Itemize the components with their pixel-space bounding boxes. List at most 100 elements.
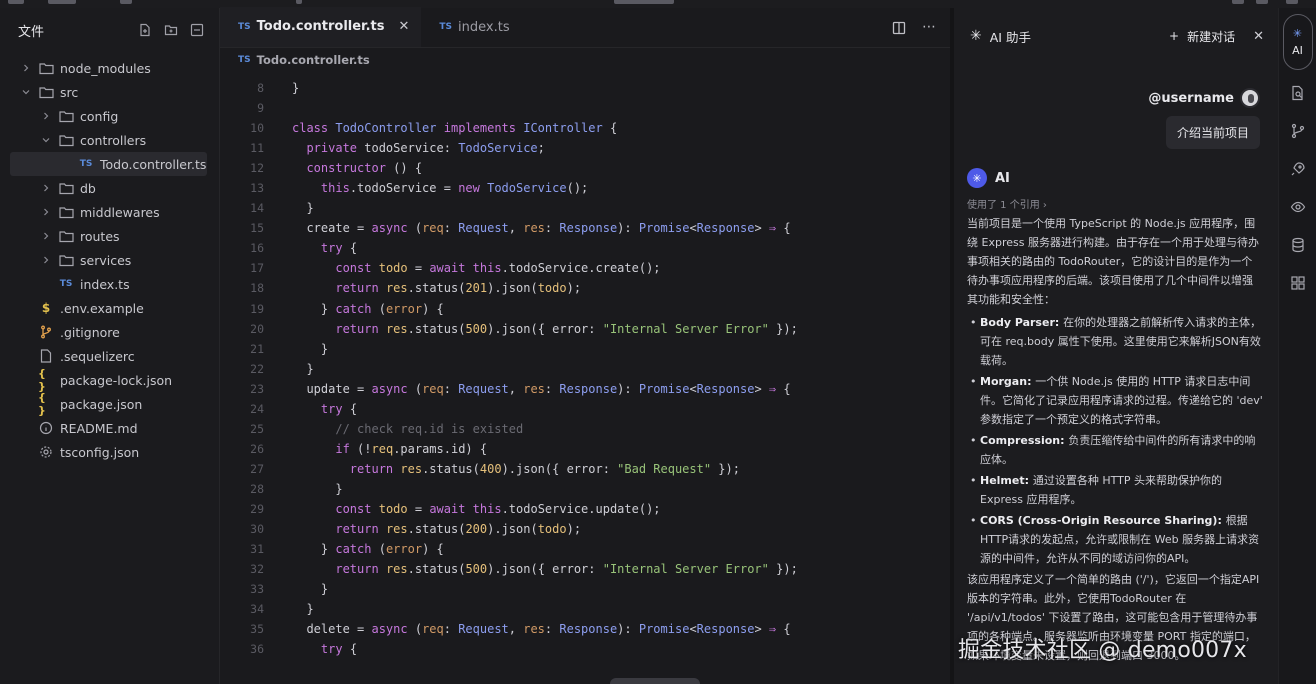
code-text: }	[292, 341, 329, 356]
code-line[interactable]: 34 }	[220, 599, 950, 619]
code-line[interactable]: 26 if (!req.params.id) {	[220, 439, 950, 459]
code-text: class TodoController implements IControl…	[292, 121, 618, 136]
tree-item[interactable]: .sequelizerc	[0, 344, 219, 368]
code-area[interactable]: 8} 9 10 class TodoController implements ICo…	[220, 78, 950, 684]
ai-assistant-toggle[interactable]: ✳ AI	[1282, 14, 1313, 70]
code-line[interactable]: 16 try {	[220, 238, 950, 258]
tree-item[interactable]: { } package.json	[0, 391, 219, 417]
tab-index[interactable]: TS index.ts	[421, 7, 521, 47]
run-button[interactable]	[614, 0, 674, 4]
code-line[interactable]: 30 return res.status(200).json(todo);	[220, 519, 950, 539]
tree-item[interactable]: TS index.ts	[0, 272, 219, 296]
chevron-right-icon[interactable]	[40, 206, 52, 218]
code-line[interactable]: 19 } catch (error) {	[220, 299, 950, 319]
code-line[interactable]: 25 // check req.id is existed	[220, 419, 950, 439]
line-number: 8	[257, 81, 264, 96]
code-line[interactable]: 18 return res.status(201).json(todo);	[220, 278, 950, 298]
chevron-right-icon[interactable]	[40, 230, 52, 242]
tree-item[interactable]: routes	[0, 224, 219, 248]
breadcrumb-file[interactable]: Todo.controller.ts	[257, 53, 370, 67]
code-line[interactable]: 14 }	[220, 198, 950, 218]
tree-item[interactable]: { } package-lock.json	[0, 367, 219, 393]
chevron-right-icon[interactable]	[20, 62, 32, 74]
code-line[interactable]: 31 } catch (error) {	[220, 539, 950, 559]
tree-item[interactable]: node_modules	[0, 56, 219, 80]
chevron-down-icon[interactable]	[40, 134, 52, 146]
tree-item[interactable]: .gitignore	[0, 320, 219, 344]
tab-todo-controller[interactable]: TS Todo.controller.ts ✕	[220, 7, 422, 47]
code-line[interactable]: 17 const todo = await this.todoService.c…	[220, 258, 950, 278]
code-line[interactable]: 29 const todo = await this.todoService.u…	[220, 499, 950, 519]
collapse-all-icon[interactable]	[189, 22, 205, 38]
code-line[interactable]: 12 constructor () {	[220, 158, 950, 178]
more-actions-icon[interactable]: ⋯	[922, 20, 936, 39]
code-line[interactable]: 9	[220, 98, 950, 118]
code-line[interactable]: 35 delete = async (req: Request, res: Re…	[220, 619, 950, 639]
tree-item[interactable]: db	[0, 176, 219, 200]
chevron-right-icon[interactable]	[40, 110, 52, 122]
line-number: 19	[250, 301, 264, 316]
tree-item[interactable]: controllers	[0, 128, 219, 152]
line-number: 15	[250, 221, 264, 236]
tree-item[interactable]: src	[0, 80, 219, 104]
code-line[interactable]: 21 }	[220, 339, 950, 359]
split-editor-icon[interactable]	[892, 20, 906, 39]
scroll-handle[interactable]	[610, 678, 700, 684]
database-icon[interactable]	[1279, 226, 1316, 264]
code-line[interactable]: 24 try {	[220, 399, 950, 419]
source-control-icon[interactable]	[1279, 112, 1316, 150]
new-folder-icon[interactable]	[163, 22, 179, 38]
search-file-icon[interactable]	[1279, 74, 1316, 112]
code-line[interactable]: 28 }	[220, 479, 950, 499]
toolbar-icon[interactable]	[296, 0, 302, 4]
new-file-icon[interactable]	[137, 22, 153, 38]
code-line[interactable]: 23 update = async (req: Request, res: Re…	[220, 379, 950, 399]
code-line[interactable]: 32 return res.status(500).json({ error: …	[220, 559, 950, 579]
code-editor: TS Todo.controller.ts ✕ TS index.ts ⋯ TS…	[220, 7, 950, 684]
account-icon[interactable]	[1286, 0, 1298, 4]
tree-item-label: db	[80, 180, 96, 196]
typescript-icon: TS	[439, 22, 453, 32]
activity-rail: ✳ AI	[1278, 8, 1316, 684]
chevron-right-icon[interactable]	[40, 182, 52, 194]
rocket-icon[interactable]	[1279, 150, 1316, 188]
line-number: 14	[250, 201, 264, 216]
tree-item[interactable]: middlewares	[0, 200, 219, 224]
close-icon[interactable]: ✕	[1253, 29, 1264, 44]
tree-item[interactable]: $ .env.example	[0, 296, 219, 320]
extensions-icon[interactable]	[1279, 264, 1316, 302]
code-line[interactable]: 15 create = async (req: Request, res: Re…	[220, 218, 950, 238]
code-line[interactable]: 13 this.todoService = new TodoService();	[220, 178, 950, 198]
user-message: 介绍当前项目	[1165, 116, 1260, 149]
code-line[interactable]: 33 }	[220, 579, 950, 599]
new-chat-button[interactable]: + 新建对话	[1169, 28, 1235, 45]
references-toggle[interactable]: 使用了 1 个引用 ›	[967, 196, 1047, 211]
help-icon[interactable]	[1232, 0, 1244, 4]
tree-item-label: tsconfig.json	[60, 444, 140, 460]
git-icon	[38, 325, 54, 339]
chevron-right-icon[interactable]	[40, 254, 52, 266]
middleware-list: Body Parser: 在你的处理器之前解析传入请求的主体，可在 req.bo…	[967, 313, 1263, 568]
code-line[interactable]: 22 }	[220, 359, 950, 379]
settings-icon[interactable]	[1256, 0, 1268, 4]
breadcrumb: TS Todo.controller.ts	[220, 48, 950, 72]
menu-icon[interactable]	[8, 0, 24, 4]
code-line[interactable]: 11 private todoService: TodoService;	[220, 138, 950, 158]
code-line[interactable]: 36 try {	[220, 639, 950, 659]
tree-item[interactable]: TS Todo.controller.ts	[10, 152, 207, 176]
preview-icon[interactable]	[1279, 188, 1316, 226]
code-line[interactable]: 8}	[220, 78, 950, 98]
tree-item[interactable]: services	[0, 248, 219, 272]
code-line[interactable]: 27 return res.status(400).json({ error: …	[220, 459, 950, 479]
toolbar-icon[interactable]	[120, 0, 132, 4]
tree-item[interactable]: tsconfig.json	[0, 440, 219, 464]
close-icon[interactable]: ✕	[399, 19, 410, 34]
code-text: // check req.id is existed	[335, 421, 524, 436]
code-line[interactable]: 20 return res.status(500).json({ error: …	[220, 319, 950, 339]
tree-item[interactable]: config	[0, 104, 219, 128]
code-line[interactable]: 10 class TodoController implements IContr…	[220, 118, 950, 138]
tree-item[interactable]: README.md	[0, 416, 219, 440]
line-number: 22	[250, 361, 264, 376]
chevron-down-icon[interactable]	[20, 86, 32, 98]
